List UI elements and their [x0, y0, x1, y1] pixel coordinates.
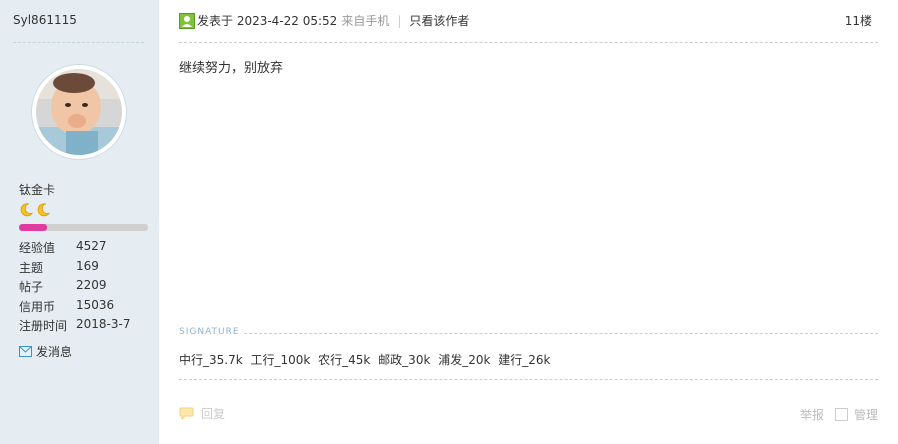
author-stats: 经验值 4527 主题 169 帖子 2209 信用币 15036 注册时间 2… [19, 239, 130, 337]
stat-label: 经验值 [19, 241, 56, 255]
user-online-icon [179, 12, 195, 29]
report-link[interactable]: 举报 [800, 406, 824, 423]
send-message-label: 发消息 [36, 345, 73, 359]
only-author-link[interactable]: 只看该作者 [409, 12, 469, 29]
signature-text: 中行_35.7k 工行_100k 农行_45k 邮政_30k 浦发_20k 建行… [179, 353, 551, 367]
signature-title: SIGNATURE [179, 327, 244, 337]
reply-icon [179, 407, 194, 420]
stat-label: 帖子 [19, 280, 44, 294]
avatar-image [36, 69, 122, 155]
post-content: 继续努力，别放弃 [179, 61, 284, 76]
stat-row: 帖子 2209 [19, 278, 130, 298]
stat-row: 注册时间 2018-3-7 [19, 317, 130, 337]
reply-label: 回复 [201, 407, 226, 421]
level-progress-fill [19, 224, 48, 231]
level-moons [19, 202, 59, 220]
post-date: 发表于 2023-4-22 05:52 [197, 14, 338, 28]
manage-label: 管理 [853, 408, 878, 422]
sidebar-divider [13, 42, 144, 43]
reply-button[interactable]: 回复 [179, 405, 225, 422]
footer-divider [179, 379, 878, 380]
stat-value[interactable]: 169 [76, 259, 99, 279]
header-separator: | [397, 13, 402, 28]
level-progress-bar [19, 224, 148, 231]
stat-label: 主题 [19, 260, 44, 275]
send-message-button[interactable]: 发消息 [19, 343, 72, 360]
header-divider [179, 42, 878, 43]
manage-control[interactable]: 管理 [834, 406, 878, 423]
moon-icon [20, 203, 34, 217]
mail-icon [19, 346, 32, 357]
post-header: 发表于 2023-4-22 05:52 来自手机 | 只看该作者 [179, 12, 469, 29]
stat-row: 经验值 4527 [19, 239, 130, 259]
post-source: 来自手机 [341, 14, 390, 28]
member-level: 钛金卡 [19, 183, 56, 197]
moon-icon [37, 203, 51, 217]
stat-label: 信用币 [19, 299, 56, 314]
author-sidebar: Syl861115 钛金卡 经验值 4527 主题 169 帖子 2209 信用… [0, 0, 159, 444]
stat-value: 15036 [76, 297, 115, 312]
stat-value[interactable]: 2209 [76, 278, 107, 298]
manage-checkbox[interactable] [834, 408, 848, 421]
stat-row: 信用币 15036 [19, 298, 130, 318]
signature-divider [179, 333, 878, 334]
avatar[interactable] [32, 65, 126, 159]
stat-label: 注册时间 [19, 319, 68, 333]
post-main: 发表于 2023-4-22 05:52 来自手机 | 只看该作者 11楼 继续努… [159, 0, 898, 444]
post-container: Syl861115 钛金卡 经验值 4527 主题 169 帖子 2209 信用… [0, 0, 898, 444]
author-username[interactable]: Syl861115 [13, 13, 77, 27]
stat-row: 主题 169 [19, 259, 130, 279]
floor-number[interactable]: 11楼 [845, 12, 872, 29]
stat-value: 4527 [76, 239, 107, 253]
stat-value: 2018-3-7 [76, 317, 131, 331]
